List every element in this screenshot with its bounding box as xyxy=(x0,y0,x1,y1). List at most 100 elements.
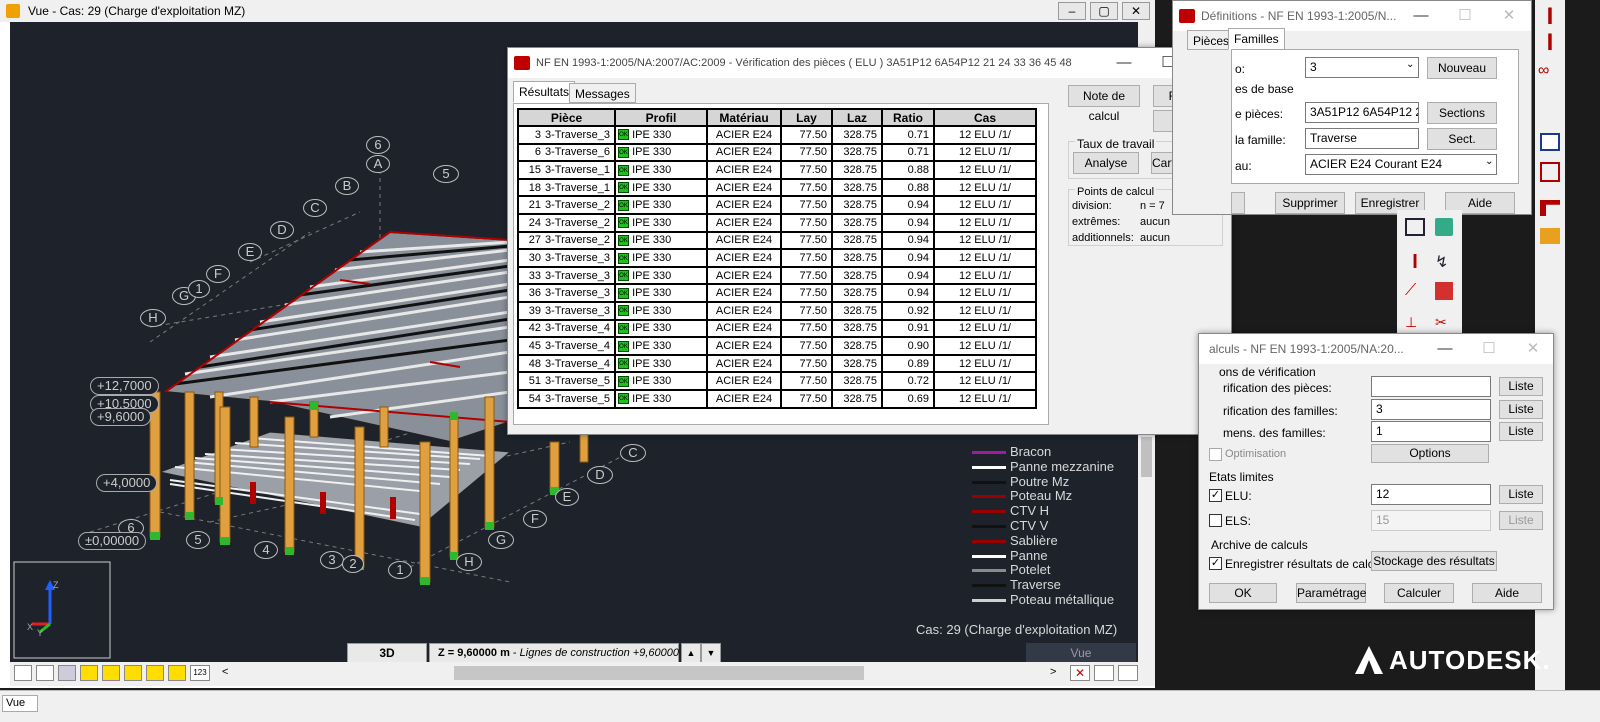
profil-cell[interactable]: OK IPE 330 xyxy=(614,248,709,268)
cas-cell[interactable]: 12 ELU /1/ xyxy=(933,318,1038,339)
profil-cell[interactable]: OK IPE 330 xyxy=(614,353,709,374)
liste-button[interactable]: Liste xyxy=(1499,377,1543,396)
ratio-cell[interactable]: 0.88 xyxy=(881,177,936,198)
piece-cell[interactable]: 54 3-Traverse_5 xyxy=(516,388,617,409)
laz-cell[interactable]: 328.75 xyxy=(831,142,884,163)
optimisation-checkbox[interactable] xyxy=(1209,448,1222,461)
maximize-icon[interactable]: ☐ xyxy=(1467,334,1511,364)
table-row[interactable]: 24 3-Traverse_2 OK IPE 330 ACIER E24 77.50 32… xyxy=(516,212,1038,233)
table-row[interactable]: 51 3-Traverse_5 OK IPE 330 ACIER E24 77.50 32… xyxy=(516,371,1038,391)
piece-cell[interactable]: 18 3-Traverse_1 xyxy=(516,177,617,198)
horizontal-scrollbar-thumb[interactable] xyxy=(454,666,864,680)
famille-name-input[interactable]: Traverse xyxy=(1305,128,1419,149)
dim-familles-input[interactable]: 1 xyxy=(1371,421,1491,442)
profil-cell[interactable]: OK IPE 330 xyxy=(614,265,709,286)
laz-cell[interactable]: 328.75 xyxy=(831,195,884,215)
supprimer-button[interactable]: Supprimer xyxy=(1275,192,1345,214)
lay-cell[interactable]: 77.50 xyxy=(780,318,834,339)
piece-cell[interactable]: 27 3-Traverse_2 xyxy=(516,230,617,251)
lay-cell[interactable]: 77.50 xyxy=(780,230,834,251)
main-title-bar[interactable]: Vue - Cas: 29 (Charge d'exploitation MZ)… xyxy=(0,0,1155,22)
tool-icon[interactable] xyxy=(168,665,186,681)
ratio-cell[interactable]: 0.72 xyxy=(881,371,936,391)
i-beam-icon[interactable]: I xyxy=(1405,252,1425,272)
chevron-down-icon[interactable]: ⌄ xyxy=(1485,156,1493,167)
materiau-cell[interactable]: ACIER E24 xyxy=(706,212,783,233)
tree-icon[interactable] xyxy=(1435,218,1453,236)
aide-button[interactable]: Aide xyxy=(1472,583,1542,603)
col-header-profil[interactable]: Profil xyxy=(614,108,709,127)
i-beam-icon[interactable]: I xyxy=(1540,31,1560,55)
profil-cell[interactable]: OK IPE 330 xyxy=(614,142,709,163)
materiau-cell[interactable]: ACIER E24 xyxy=(706,142,783,163)
materiau-cell[interactable]: ACIER E24 xyxy=(706,248,783,268)
laz-cell[interactable]: 328.75 xyxy=(831,248,884,268)
cas-cell[interactable]: 12 ELU /1/ xyxy=(933,212,1038,233)
tool-icon[interactable] xyxy=(1118,665,1138,681)
note-de-calcul-button[interactable]: Note de calcul xyxy=(1068,85,1140,123)
materiau-cell[interactable]: ACIER E24 xyxy=(706,195,783,215)
liste-button[interactable]: Liste xyxy=(1499,422,1543,441)
laz-cell[interactable]: 328.75 xyxy=(831,160,884,180)
lay-cell[interactable]: 77.50 xyxy=(780,195,834,215)
lay-cell[interactable]: 77.50 xyxy=(780,142,834,163)
piece-cell[interactable]: 15 3-Traverse_1 xyxy=(516,160,617,180)
lay-cell[interactable]: 77.50 xyxy=(780,160,834,180)
maximize-icon[interactable]: ☐ xyxy=(1443,1,1487,31)
cas-cell[interactable]: 12 ELU /1/ xyxy=(933,371,1038,391)
cas-cell[interactable]: 12 ELU /1/ xyxy=(933,248,1038,268)
tab-familles[interactable]: Familles xyxy=(1228,28,1285,50)
tool-icon[interactable] xyxy=(146,665,164,681)
profil-cell[interactable]: OK IPE 330 xyxy=(614,300,709,321)
ratio-cell[interactable]: 0.91 xyxy=(881,318,936,339)
calculs-title-bar[interactable]: alculs - NF EN 1993-1:2005/NA:20... — ☐ … xyxy=(1199,334,1553,364)
ratio-cell[interactable]: 0.92 xyxy=(881,300,936,321)
liste-button[interactable]: Liste xyxy=(1499,485,1543,504)
minimize-icon[interactable]: — xyxy=(1423,334,1467,364)
col-header-cas[interactable]: Cas xyxy=(933,108,1038,127)
cas-cell[interactable]: 12 ELU /1/ xyxy=(933,388,1038,409)
profil-cell[interactable]: OK IPE 330 xyxy=(614,318,709,339)
col-header-lay[interactable]: Lay xyxy=(780,108,834,127)
table-row[interactable]: 30 3-Traverse_3 OK IPE 330 ACIER E24 77.50 32… xyxy=(516,248,1038,268)
cas-cell[interactable]: 12 ELU /1/ xyxy=(933,283,1038,303)
cas-cell[interactable]: 12 ELU /1/ xyxy=(933,230,1038,251)
minimize-icon[interactable]: — xyxy=(1399,1,1443,31)
lay-cell[interactable]: 77.50 xyxy=(780,388,834,409)
delete-tool-icon[interactable]: ✕ xyxy=(1070,665,1090,681)
cas-cell[interactable]: 12 ELU /1/ xyxy=(933,125,1038,145)
materiau-cell[interactable]: ACIER E24 xyxy=(706,160,783,180)
cas-cell[interactable]: 12 ELU /1/ xyxy=(933,300,1038,321)
laz-cell[interactable]: 328.75 xyxy=(831,230,884,251)
ratio-cell[interactable]: 0.69 xyxy=(881,388,936,409)
piece-cell[interactable]: 21 3-Traverse_2 xyxy=(516,195,617,215)
materiau-cell[interactable]: ACIER E24 xyxy=(706,177,783,198)
profil-cell[interactable]: OK IPE 330 xyxy=(614,230,709,251)
hidden-button[interactable] xyxy=(1231,192,1245,214)
definitions-title-bar[interactable]: Définitions - NF EN 1993-1:2005/N... — ☐… xyxy=(1173,1,1531,31)
minimize-button[interactable]: ‒ xyxy=(1058,2,1086,20)
laz-cell[interactable]: 328.75 xyxy=(831,125,884,145)
table-icon[interactable] xyxy=(1540,133,1560,151)
profil-cell[interactable]: OK IPE 330 xyxy=(614,125,709,145)
piece-cell[interactable]: 6 3-Traverse_6 xyxy=(516,142,617,163)
stockage-button[interactable]: Stockage des résultats xyxy=(1371,551,1497,571)
sections-button[interactable]: Sections xyxy=(1427,102,1497,124)
ratio-cell[interactable]: 0.71 xyxy=(881,142,936,163)
z-level-field[interactable]: Z = 9,60000 m - Lignes de construction +… xyxy=(429,643,679,663)
glasses-icon[interactable]: ∞ xyxy=(1538,62,1562,80)
materiau-cell[interactable]: ACIER E24 xyxy=(706,371,783,391)
piece-cell[interactable]: 48 3-Traverse_4 xyxy=(516,353,617,374)
tab-messages[interactable]: Messages xyxy=(569,83,636,103)
piece-cell[interactable]: 3 3-Traverse_3 xyxy=(516,125,617,145)
laz-cell[interactable]: 328.75 xyxy=(831,265,884,286)
scrollbar-thumb[interactable] xyxy=(1141,437,1152,477)
table-row[interactable]: 6 3-Traverse_6 OK IPE 330 ACIER E24 77.50 328… xyxy=(516,142,1038,163)
cas-cell[interactable]: 12 ELU /1/ xyxy=(933,177,1038,198)
grid-icon[interactable] xyxy=(1540,162,1560,182)
laz-cell[interactable]: 328.75 xyxy=(831,336,884,356)
piece-cell[interactable]: 33 3-Traverse_3 xyxy=(516,265,617,286)
col-header-laz[interactable]: Laz xyxy=(831,108,884,127)
laz-cell[interactable]: 328.75 xyxy=(831,177,884,198)
table-row[interactable]: 21 3-Traverse_2 OK IPE 330 ACIER E24 77.50 32… xyxy=(516,195,1038,215)
